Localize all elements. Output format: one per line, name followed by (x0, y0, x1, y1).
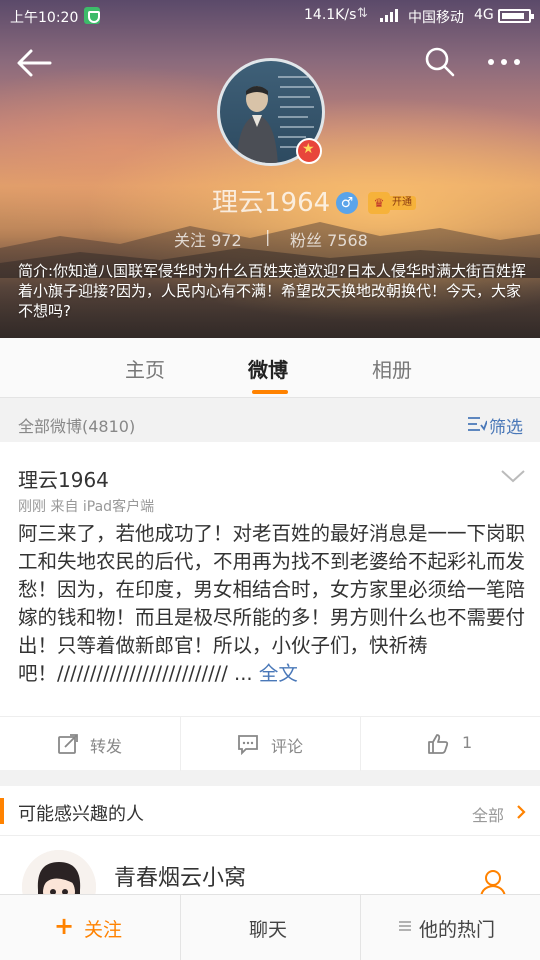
thumbs-up-icon (428, 734, 449, 754)
data-transfer-icon: ⇅ (357, 6, 368, 21)
bottom-action-bar: + 关注 聊天 他的热门 (0, 894, 540, 960)
comment-button[interactable]: 评论 (180, 717, 360, 771)
menu-lines-icon (399, 921, 411, 931)
profile-tabs: 主页 微博 相册 (0, 338, 540, 398)
more-options-icon[interactable] (486, 52, 522, 72)
signal-strength-icon (380, 9, 398, 22)
profile-name-row: 理云1964 ♂ ♛ 开通 (0, 182, 540, 222)
his-hot-posts-label: 他的热门 (419, 919, 496, 941)
follow-counts: 关注 972 | 粉丝 7568 (0, 227, 540, 251)
suggested-users-title: 可能感兴趣的人 (18, 804, 144, 825)
following-count: 972 (211, 231, 242, 250)
profile-name: 理云1964 (212, 188, 331, 218)
suggested-users-header: 可能感兴趣的人 全部 (0, 786, 540, 836)
repost-label: 转发 (90, 737, 123, 756)
filter-bar: 全部微博(4810) 筛选 (0, 404, 540, 440)
back-arrow-icon[interactable] (16, 48, 52, 78)
suggested-users-all-link[interactable]: 全部 (472, 802, 504, 826)
network-type: 4G (474, 7, 494, 23)
followers-label: 粉丝 (290, 231, 323, 250)
tab-album[interactable]: 相册 (372, 354, 412, 383)
post-meta: 刚刚 来自 iPad客户端 (18, 499, 155, 515)
followers-count: 7568 (327, 231, 368, 250)
expand-full-text-link[interactable]: 全文 (259, 662, 298, 685)
search-icon[interactable] (424, 46, 456, 78)
post-body: 阿三来了，若他成功了！对老百姓的最好消息是一一下岗职工和失地农民的后代，不用再为… (18, 520, 526, 688)
filter-icon[interactable] (467, 416, 487, 432)
repost-icon (58, 734, 78, 754)
crown-icon: ♛ (368, 192, 390, 214)
following-label: 关注 (174, 231, 207, 250)
suggested-user-name[interactable]: 青春烟云小窝 (114, 860, 246, 892)
chat-label: 聊天 (249, 919, 288, 941)
verified-badge-icon (296, 138, 322, 164)
battery-icon (498, 9, 534, 23)
filter-button[interactable]: 筛选 (489, 413, 523, 438)
status-bar: 上午10:20 14.1K/s ⇅ 中国移动 4G (0, 0, 540, 32)
repost-button[interactable]: 转发 (0, 717, 180, 771)
section-accent-bar (0, 798, 4, 824)
follow-label: 关注 (84, 919, 123, 941)
vip-tag-label: 开通 (388, 196, 416, 210)
his-hot-posts-button[interactable]: 他的热门 (360, 895, 540, 960)
network-speed: 14.1K/s (304, 7, 357, 23)
comment-icon (238, 735, 258, 755)
following-stat[interactable]: 关注 972 (174, 227, 242, 251)
active-tab-indicator (252, 390, 288, 394)
follow-button[interactable]: + 关注 (0, 895, 180, 960)
post-card: 理云1964 刚刚 来自 iPad客户端 阿三来了，若他成功了！对老百姓的最好消… (0, 442, 540, 771)
all-posts-count: 全部微博(4810) (18, 417, 136, 436)
male-gender-icon: ♂ (336, 192, 358, 214)
post-actions: 转发 评论 1 (0, 716, 540, 771)
tab-home[interactable]: 主页 (125, 354, 165, 383)
plus-icon: + (54, 912, 75, 940)
carrier-name: 中国移动 (408, 10, 464, 26)
comment-label: 评论 (271, 737, 304, 756)
tab-weibo[interactable]: 微博 (248, 354, 288, 383)
chevron-down-icon[interactable] (500, 468, 526, 484)
profile-bio: 简介:你知道八国联军侵华时为什么百姓夹道欢迎?日本人侵华时满大街百姓挥着小旗子迎… (18, 262, 527, 320)
post-text: 阿三来了，若他成功了！对老百姓的最好消息是一一下岗职工和失地农民的后代，不用再为… (18, 522, 526, 685)
chevron-right-icon[interactable] (516, 805, 526, 819)
post-author[interactable]: 理云1964 (18, 464, 109, 493)
vip-membership-badge[interactable]: ♛ 开通 (368, 192, 422, 214)
like-count: 1 (462, 733, 473, 752)
status-time: 上午10:20 (10, 10, 79, 26)
stat-separator: | (265, 227, 271, 246)
followers-stat[interactable]: 粉丝 7568 (290, 227, 368, 251)
security-shield-icon (84, 7, 100, 24)
chat-button[interactable]: 聊天 (180, 895, 360, 960)
like-button[interactable]: 1 (360, 717, 540, 771)
